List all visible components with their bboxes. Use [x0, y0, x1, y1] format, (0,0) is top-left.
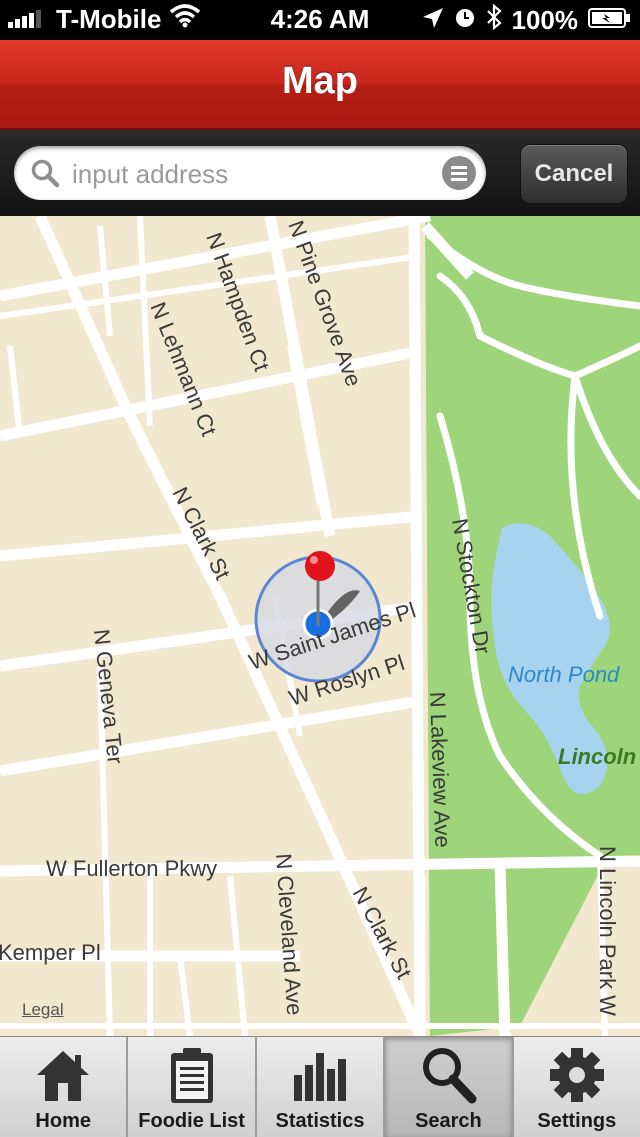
street-label-cleveland: N Cleveland Ave: [271, 853, 307, 1017]
search-input[interactable]: [70, 154, 444, 194]
nav-bar: Map: [0, 40, 640, 130]
tab-search[interactable]: Search: [385, 1037, 514, 1137]
bookmarks-list-icon[interactable]: [442, 156, 476, 190]
page-title: Map: [282, 60, 358, 102]
bar-chart-icon: [257, 1045, 383, 1107]
water-label-north-pond: North Pond: [508, 662, 620, 687]
search-field[interactable]: [14, 146, 486, 200]
tab-home[interactable]: Home: [0, 1037, 129, 1137]
search-bar: Cancel: [0, 130, 640, 216]
home-icon: [0, 1045, 126, 1107]
status-bar: T-Mobile 4:26 AM 100%: [0, 0, 640, 40]
battery-icon: [588, 5, 632, 36]
street-label-kemper: Kemper Pl: [0, 940, 101, 965]
street-label-lincoln-park-west: N Lincoln Park W: [595, 846, 620, 1016]
street-label-fullerton: W Fullerton Pkwy: [46, 856, 217, 881]
map-canvas: N Pine Grove Ave N Hampden Ct N Lehmann …: [0, 216, 640, 1036]
street-label-lehmann: N Lehmann Ct: [145, 299, 221, 440]
cancel-button[interactable]: Cancel: [520, 144, 628, 204]
search-icon: [385, 1045, 511, 1107]
tab-foodie-list[interactable]: Foodie List: [128, 1037, 257, 1137]
tab-settings[interactable]: Settings: [513, 1037, 640, 1137]
clipboard-icon: [128, 1045, 254, 1107]
tab-label: Settings: [537, 1110, 617, 1132]
battery-label: 100%: [511, 5, 579, 35]
alarm-icon: [454, 5, 476, 36]
map-view[interactable]: N Pine Grove Ave N Hampden Ct N Lehmann …: [0, 216, 640, 1036]
tab-label: Search: [415, 1110, 482, 1132]
tab-label: Statistics: [275, 1110, 365, 1132]
gear-icon: [514, 1045, 640, 1107]
tab-label: Home: [35, 1110, 91, 1132]
magnifier-icon: [30, 158, 60, 193]
tab-statistics[interactable]: Statistics: [256, 1037, 386, 1137]
map-pin: [305, 551, 335, 581]
location-icon: [422, 5, 444, 36]
tab-bar: Home Foodie List Statistics Search Setti…: [0, 1036, 640, 1137]
street-label-clark-south: N Clark St: [348, 883, 417, 983]
tab-label: Foodie List: [138, 1110, 245, 1132]
park-label-lincoln: Lincoln: [558, 744, 636, 769]
legal-link[interactable]: Legal: [22, 1000, 64, 1020]
bluetooth-icon: [486, 3, 502, 37]
